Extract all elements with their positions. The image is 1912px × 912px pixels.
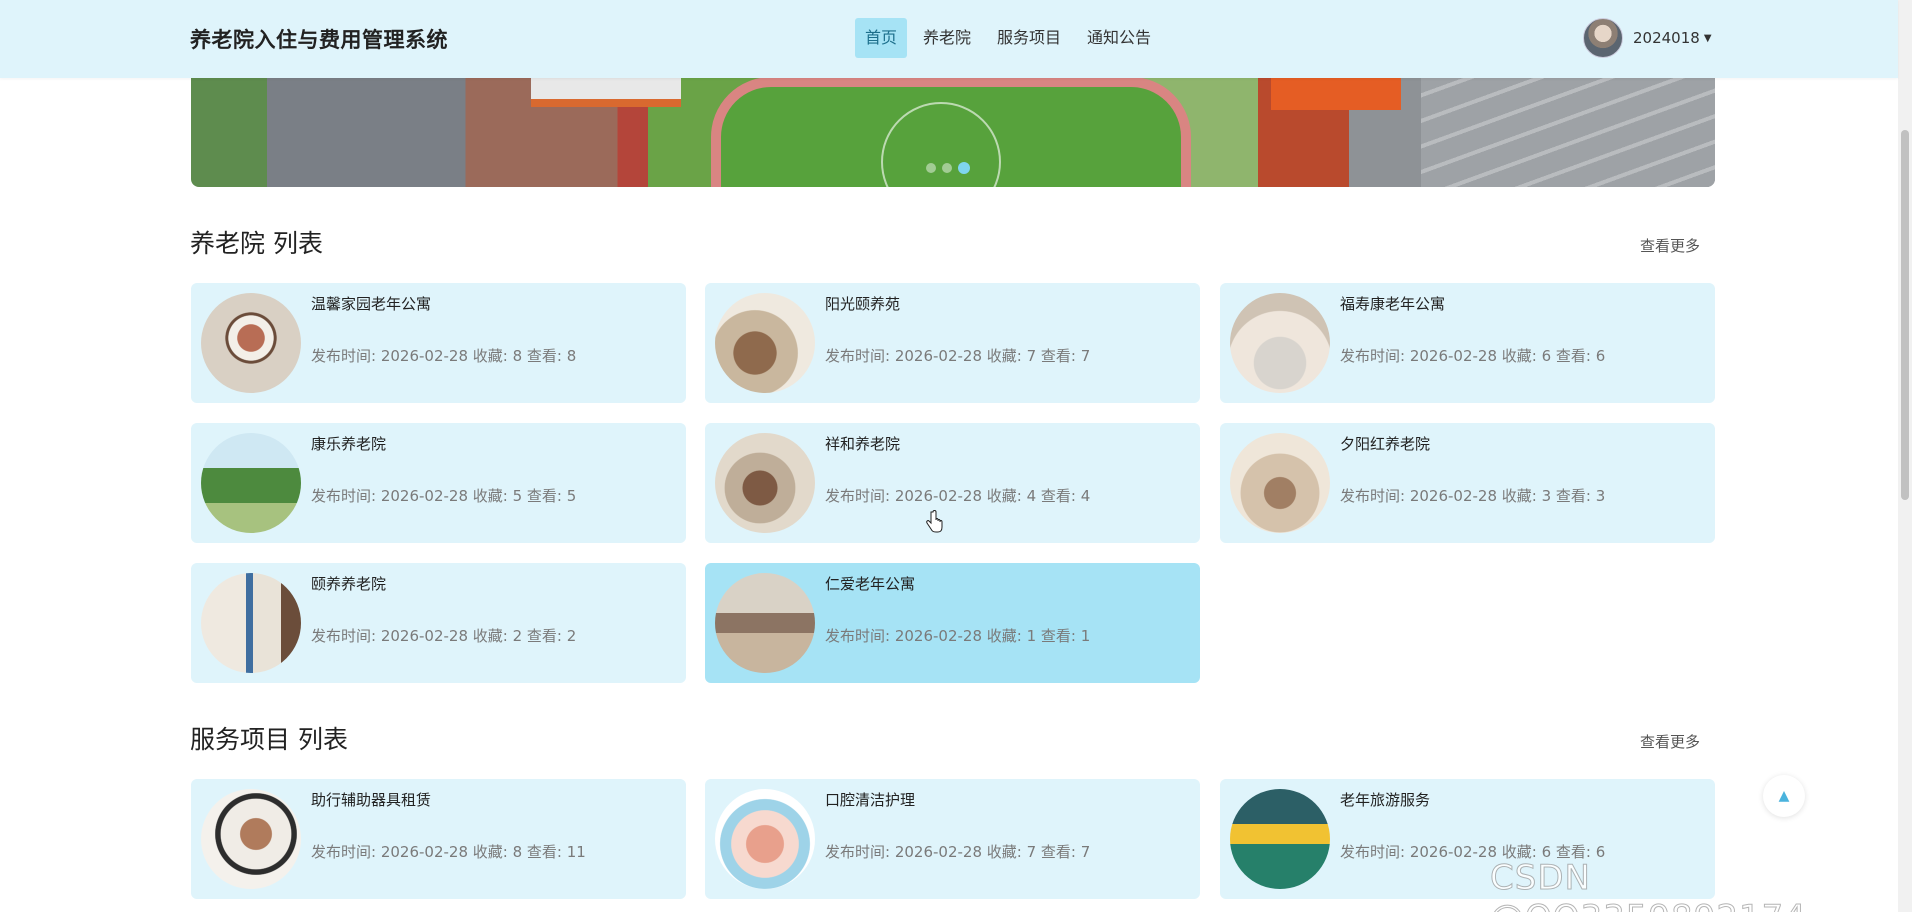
carousel-dot-3[interactable] [958, 162, 970, 174]
item-thumbnail [1230, 293, 1330, 393]
item-meta: 发布时间: 2026-02-28 收藏: 1 查看: 1 [825, 627, 1091, 645]
list-item[interactable]: 康乐养老院 发布时间: 2026-02-28 收藏: 5 查看: 5 [191, 423, 686, 543]
item-title: 阳光颐养苑 [825, 295, 901, 313]
item-title: 助行辅助器具租赁 [311, 791, 432, 809]
hand-cursor-icon [926, 510, 943, 533]
item-thumbnail [201, 433, 301, 533]
item-thumbnail [1230, 433, 1330, 533]
list-item[interactable]: 阳光颐养苑 发布时间: 2026-02-28 收藏: 7 查看: 7 [705, 283, 1200, 403]
item-meta: 发布时间: 2026-02-28 收藏: 3 查看: 3 [1340, 487, 1606, 505]
arrow-up-icon: ▲ [1778, 788, 1790, 804]
service-list-title: 服务项目 列表 [190, 725, 348, 754]
item-thumbnail [201, 293, 301, 393]
back-to-top-button[interactable]: ▲ [1763, 775, 1805, 817]
item-thumbnail [201, 573, 301, 673]
main-nav: 首页 养老院 服务项目 通知公告 [855, 18, 1161, 58]
item-thumbnail [715, 293, 815, 393]
item-title: 夕阳红养老院 [1340, 435, 1431, 453]
nav-nursing-homes[interactable]: 养老院 [913, 18, 981, 58]
list-item[interactable]: 口腔清洁护理 发布时间: 2026-02-28 收藏: 7 查看: 7 [705, 779, 1200, 899]
site-title: 养老院入住与费用管理系统 [190, 28, 448, 52]
item-title: 老年旅游服务 [1340, 791, 1431, 809]
item-meta: 发布时间: 2026-02-28 收藏: 7 查看: 7 [825, 347, 1091, 365]
item-meta: 发布时间: 2026-02-28 收藏: 8 查看: 11 [311, 843, 586, 861]
item-title: 康乐养老院 [311, 435, 387, 453]
nav-notices[interactable]: 通知公告 [1077, 18, 1161, 58]
item-title: 颐养养老院 [311, 575, 387, 593]
item-title: 温馨家园老年公寓 [311, 295, 432, 313]
item-meta: 发布时间: 2026-02-28 收藏: 7 查看: 7 [825, 843, 1091, 861]
item-title: 仁爱老年公寓 [825, 575, 916, 593]
user-name: 2024018 [1633, 29, 1700, 47]
nursing-home-list-title: 养老院 列表 [190, 229, 323, 258]
item-title: 祥和养老院 [825, 435, 901, 453]
item-thumbnail [1230, 789, 1330, 889]
item-thumbnail [201, 789, 301, 889]
top-navbar: 养老院入住与费用管理系统 首页 养老院 服务项目 通知公告 2024018 ▼ [0, 0, 1898, 78]
item-thumbnail [715, 433, 815, 533]
avatar [1583, 18, 1623, 58]
list-item[interactable]: 温馨家园老年公寓 发布时间: 2026-02-28 收藏: 8 查看: 8 [191, 283, 686, 403]
caret-down-icon: ▼ [1703, 32, 1712, 44]
nav-home[interactable]: 首页 [855, 18, 908, 58]
item-thumbnail [715, 789, 815, 889]
carousel-dot-1[interactable] [926, 163, 936, 173]
vertical-scrollbar[interactable] [1898, 0, 1912, 912]
item-thumbnail [715, 573, 815, 673]
list-item[interactable]: 仁爱老年公寓 发布时间: 2026-02-28 收藏: 1 查看: 1 [705, 563, 1200, 683]
list-item[interactable]: 福寿康老年公寓 发布时间: 2026-02-28 收藏: 6 查看: 6 [1220, 283, 1715, 403]
page: 养老院入住与费用管理系统 首页 养老院 服务项目 通知公告 2024018 ▼ … [0, 0, 1912, 912]
banner-road [1421, 72, 1715, 187]
item-meta: 发布时间: 2026-02-28 收藏: 4 查看: 4 [825, 487, 1091, 505]
carousel-indicators [926, 162, 970, 174]
item-meta: 发布时间: 2026-02-28 收藏: 6 查看: 6 [1340, 347, 1606, 365]
item-title: 福寿康老年公寓 [1340, 295, 1446, 313]
watermark: CSDN @QQ3359892174 [1490, 858, 1807, 912]
list-item[interactable]: 夕阳红养老院 发布时间: 2026-02-28 收藏: 3 查看: 3 [1220, 423, 1715, 543]
user-menu[interactable]: 2024018 ▼ [1583, 18, 1712, 58]
item-title: 口腔清洁护理 [825, 791, 916, 809]
list-item[interactable]: 助行辅助器具租赁 发布时间: 2026-02-28 收藏: 8 查看: 11 [191, 779, 686, 899]
item-meta: 发布时间: 2026-02-28 收藏: 5 查看: 5 [311, 487, 577, 505]
item-meta: 发布时间: 2026-02-28 收藏: 8 查看: 8 [311, 347, 577, 365]
service-more-link[interactable]: 查看更多 [1640, 731, 1700, 752]
nursing-home-more-link[interactable]: 查看更多 [1640, 235, 1700, 256]
scrollbar-thumb[interactable] [1901, 130, 1909, 500]
item-meta: 发布时间: 2026-02-28 收藏: 2 查看: 2 [311, 627, 577, 645]
list-item[interactable]: 颐养养老院 发布时间: 2026-02-28 收藏: 2 查看: 2 [191, 563, 686, 683]
nav-services[interactable]: 服务项目 [987, 18, 1071, 58]
list-item[interactable]: 祥和养老院 发布时间: 2026-02-28 收藏: 4 查看: 4 [705, 423, 1200, 543]
carousel-dot-2[interactable] [942, 163, 952, 173]
